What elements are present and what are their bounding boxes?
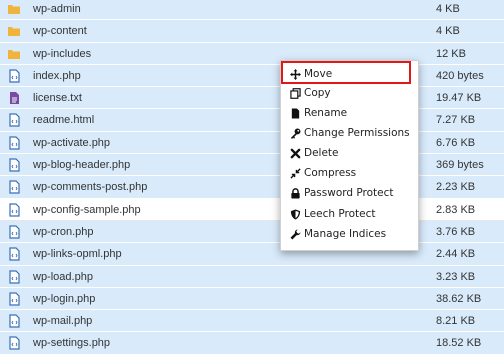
code-file-icon [7,314,21,328]
file-row-wp-content[interactable]: wp-content 4 KB [0,20,504,43]
file-name: index.php [33,69,81,82]
file-row-wp-mail-php[interactable]: wp-mail.php 8.21 KB [0,310,504,333]
menu-item-password-protect[interactable]: Password Protect [281,183,418,203]
file-name: wp-settings.php [33,337,111,350]
file-size: 6.76 KB [436,136,476,149]
menu-item-label: Delete [304,147,339,159]
key-icon [290,128,301,139]
text-file-icon [7,91,21,105]
code-file-icon [7,292,21,306]
wrench-icon [290,229,301,240]
file-size: 7.27 KB [436,114,476,127]
menu-item-label: Move [304,68,333,80]
menu-item-rename[interactable]: Rename [281,103,418,123]
folder-icon [7,24,21,38]
folder-icon [7,47,21,61]
code-file-icon [7,180,21,194]
code-file-icon [7,69,21,83]
folder-icon [7,2,21,16]
menu-item-label: Manage Indices [304,228,387,240]
menu-item-move[interactable]: Move [281,64,418,84]
menu-item-manage-indices[interactable]: Manage Indices [281,224,418,244]
file-icon [290,107,301,119]
code-file-icon [7,336,21,351]
file-row-license-txt[interactable]: license.txt 19.47 KB [0,87,504,110]
menu-item-label: Rename [304,107,348,119]
menu-item-label: Leech Protect [304,208,376,220]
menu-item-copy[interactable]: Copy [281,83,418,103]
compress-icon [290,167,301,179]
file-size: 369 bytes [436,159,484,172]
context-menu: Move Copy Rename Change Permissions Dele… [280,60,419,251]
file-row-wp-includes[interactable]: wp-includes 12 KB [0,42,504,65]
file-row-wp-config-sample-php[interactable]: wp-config-sample.php 2.83 KB [0,198,504,221]
file-row-wp-admin[interactable]: wp-admin 4 KB [0,0,504,21]
file-size: 2.23 KB [436,181,476,194]
file-size: 19.47 KB [436,92,482,105]
file-name: wp-config-sample.php [33,203,141,216]
file-size: 38.62 KB [436,292,482,305]
menu-item-change-permissions[interactable]: Change Permissions [281,123,418,143]
menu-item-label: Copy [304,87,331,99]
file-name: license.txt [33,92,82,105]
file-name: wp-mail.php [33,315,93,328]
file-row-wp-comments-post-php[interactable]: wp-comments-post.php 2.23 KB [0,176,504,199]
file-size: 18.52 KB [436,337,482,350]
file-size: 2.44 KB [436,248,476,261]
file-size: 420 bytes [436,69,484,82]
file-size: 4 KB [436,3,460,15]
file-row-wp-login-php[interactable]: wp-login.php 38.62 KB [0,287,504,311]
code-file-icon [7,247,21,261]
file-row-wp-links-opml-php[interactable]: wp-links-opml.php 2.44 KB [0,243,504,266]
code-file-icon [7,136,21,150]
file-size: 4 KB [436,25,460,38]
code-file-icon [7,113,21,128]
file-name: wp-cron.php [33,225,94,238]
copy-icon [290,87,301,99]
file-row-wp-cron-php[interactable]: wp-cron.php 3.76 KB [0,220,504,244]
code-file-icon [7,158,21,172]
file-name: wp-links-opml.php [33,248,122,261]
file-name: wp-load.php [33,270,93,283]
file-row-wp-blog-header-php[interactable]: wp-blog-header.php 369 bytes [0,154,504,177]
lock-icon [290,187,301,199]
menu-item-delete[interactable]: Delete [281,143,418,163]
code-file-icon [7,225,21,239]
menu-item-label: Change Permissions [304,127,410,139]
file-name: wp-admin [33,3,81,15]
file-size: 3.23 KB [436,270,476,283]
shield-icon [290,208,301,220]
file-row-wp-load-php[interactable]: wp-load.php 3.23 KB [0,265,504,288]
file-name: wp-blog-header.php [33,159,131,172]
file-name: wp-content [33,25,87,38]
file-name: wp-activate.php [33,136,111,149]
x-icon [290,148,301,159]
file-size: 12 KB [436,47,466,60]
menu-item-label: Compress [304,167,357,179]
file-name: wp-login.php [33,292,96,305]
file-row-index-php[interactable]: index.php 420 bytes [0,64,504,88]
file-row-wp-activate-php[interactable]: wp-activate.php 6.76 KB [0,131,504,155]
file-size: 8.21 KB [436,315,476,328]
file-name: readme.html [33,114,95,127]
move-icon [290,68,301,80]
file-name: wp-comments-post.php [33,181,148,194]
file-row-wp-settings-php[interactable]: wp-settings.php 18.52 KB [0,332,504,355]
file-size: 3.76 KB [436,225,476,238]
file-size: 2.83 KB [436,203,476,216]
file-name: wp-includes [33,47,92,60]
file-list: wp-admin 4 KB wp-content 4 KB wp-include… [0,0,504,355]
menu-item-label: Password Protect [304,187,394,199]
code-file-icon [7,269,21,284]
file-row-readme-html[interactable]: readme.html 7.27 KB [0,109,504,132]
code-file-icon [7,203,21,217]
menu-item-leech-protect[interactable]: Leech Protect [281,204,418,224]
menu-item-compress[interactable]: Compress [281,163,418,183]
